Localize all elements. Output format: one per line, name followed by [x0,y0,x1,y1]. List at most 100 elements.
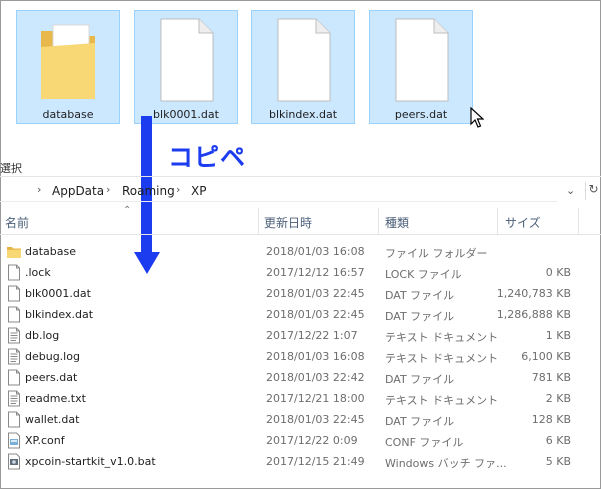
file-tile[interactable]: database [16,10,120,124]
breadcrumb-separator-icon: › [176,183,181,196]
column-divider[interactable] [578,208,579,234]
file-name: blkindex.dat [25,308,94,321]
file-size: 1 KB [545,329,571,342]
file-icon [277,18,331,102]
file-type: テキスト ドキュメント [385,331,499,344]
file-icon [8,369,20,386]
copy-paste-annotation: コピペ [168,143,247,172]
file-modified-date: 2018/01/03 16:08 [266,245,365,258]
address-bar[interactable]: › AppData › Roaming › XP ⌄ ↻ [0,181,601,203]
file-row[interactable]: readme.txt 2017/12/21 18:00 テキスト ドキュメント 2 K… [0,388,601,409]
file-name: .lock [25,266,51,279]
file-type: DAT ファイル [385,415,455,428]
file-type: テキスト ドキュメント [385,394,499,407]
file-tile[interactable]: blkindex.dat [251,10,355,124]
file-icon [8,306,20,323]
breadcrumb-appdata[interactable]: AppData [52,184,104,198]
file-name: debug.log [25,350,80,363]
file-tile-label: blkindex.dat [268,108,338,121]
file-row[interactable]: XP.conf 2017/12/22 0:09 CONF ファイル 6 KB [0,430,601,451]
file-modified-date: 2017/12/22 1:07 [266,329,358,342]
file-modified-date: 2017/12/21 18:00 [266,392,365,405]
file-name: wallet.dat [25,413,80,426]
file-size: 0 KB [545,266,571,279]
column-divider[interactable] [378,208,379,234]
file-row[interactable]: debug.log 2018/01/03 16:08 テキスト ドキュメント 6,10… [0,346,601,367]
file-size: 6,100 KB [521,350,571,363]
ribbon-divider [0,176,601,177]
file-row[interactable]: database 2018/01/03 16:08 ファイル フォルダー [0,241,601,262]
file-name: database [25,245,76,258]
file-modified-date: 2017/12/15 21:49 [266,455,365,468]
column-header-name[interactable]: 名前 [5,214,29,231]
file-name: readme.txt [25,392,86,405]
file-modified-date: 2018/01/03 22:45 [266,308,365,321]
file-row[interactable]: wallet.dat 2018/01/03 22:45 DAT ファイル 128 KB [0,409,601,430]
column-header-row: 名前 更新日時 種類 サイズ [0,208,601,235]
file-tile[interactable]: peers.dat [369,10,473,124]
file-size: 781 KB [531,371,571,384]
file-modified-date: 2018/01/03 16:08 [266,350,365,363]
file-tile-label: peers.dat [394,108,448,121]
text-file-icon [8,327,20,344]
file-row[interactable]: db.log 2017/12/22 1:07 テキスト ドキュメント 1 KB [0,325,601,346]
file-modified-date: 2017/12/22 0:09 [266,434,358,447]
file-type: DAT ファイル [385,310,455,323]
file-row[interactable]: blkindex.dat 2018/01/03 22:45 DAT ファイル 1,28… [0,304,601,325]
text-file-icon [8,390,20,407]
file-icon [8,411,20,428]
file-type: DAT ファイル [385,373,455,386]
file-size: 128 KB [531,413,571,426]
file-name: blk0001.dat [25,287,91,300]
file-icon [8,285,20,302]
file-size: 5 KB [545,455,571,468]
file-row[interactable]: .lock 2017/12/12 16:57 LOCK ファイル 0 KB [0,262,601,283]
file-icon [160,18,214,102]
address-history-chevron-down-icon[interactable]: ⌄ [566,184,575,197]
file-icon [395,18,449,102]
file-name: XP.conf [25,434,65,447]
file-type: ファイル フォルダー [385,247,488,260]
ribbon-select-label: 選択 [0,162,22,175]
batch-file-icon [8,453,20,470]
file-icon [8,264,20,281]
file-row[interactable]: peers.dat 2018/01/03 22:42 DAT ファイル 781 KB [0,367,601,388]
text-file-icon [8,348,20,365]
file-name: peers.dat [25,371,78,384]
breadcrumb-separator-icon: › [106,183,111,196]
folder-icon [7,247,21,258]
file-list: database 2018/01/03 16:08 ファイル フォルダー .lock 2… [0,241,601,472]
file-row[interactable]: blk0001.dat 2018/01/03 22:45 DAT ファイル 1,240… [0,283,601,304]
column-header-type[interactable]: 種類 [385,214,409,231]
file-tile[interactable]: blk0001.dat [134,10,238,124]
column-header-size[interactable]: サイズ [505,214,541,231]
breadcrumb-separator-icon: › [37,183,42,196]
breadcrumb[interactable]: › AppData › Roaming › XP [0,181,557,202]
file-modified-date: 2018/01/03 22:45 [266,413,365,426]
file-modified-date: 2018/01/03 22:42 [266,371,365,384]
file-name: db.log [25,329,60,342]
file-tile-label: database [42,108,94,121]
file-size: 1,286,888 KB [496,308,571,321]
folder-icon [41,24,95,99]
file-size: 1,240,783 KB [496,287,571,300]
file-size: 2 KB [545,392,571,405]
file-type: LOCK ファイル [385,268,462,281]
breadcrumb-xp[interactable]: XP [191,184,206,198]
config-file-icon [8,432,20,449]
column-divider[interactable] [497,208,498,234]
file-type: CONF ファイル [385,436,464,449]
column-header-date[interactable]: 更新日時 [264,214,312,231]
file-type: Windows バッチ ファ... [385,457,507,470]
file-type: DAT ファイル [385,289,455,302]
file-size: 6 KB [545,434,571,447]
file-row[interactable]: xpcoin-startkit_v1.0.bat 2017/12/15 21:49… [0,451,601,472]
refresh-icon[interactable]: ↻ [585,182,601,200]
file-modified-date: 2017/12/12 16:57 [266,266,365,279]
file-type: テキスト ドキュメント [385,352,499,365]
file-name: xpcoin-startkit_v1.0.bat [25,455,156,468]
mouse-cursor-icon [470,107,484,128]
column-divider[interactable] [258,208,259,234]
file-modified-date: 2018/01/03 22:45 [266,287,365,300]
breadcrumb-roaming[interactable]: Roaming [122,184,175,198]
